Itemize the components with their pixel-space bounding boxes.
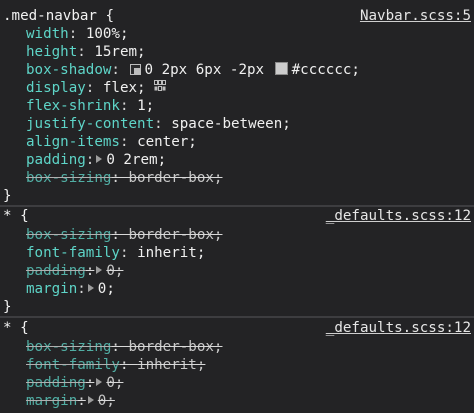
property-value[interactable]: 0 2rem;: [106, 152, 166, 168]
property-value[interactable]: 15rem;: [94, 44, 145, 60]
declaration-justify-content[interactable]: justify-content: space-between;: [26, 116, 291, 133]
colon: :: [111, 227, 129, 243]
flexbox-editor-icon[interactable]: [153, 80, 166, 91]
source-link[interactable]: _defaults.scss:12: [326, 208, 471, 225]
declaration-height[interactable]: height: 15rem;: [26, 44, 146, 61]
property-value[interactable]: 0;: [98, 281, 115, 297]
rule-selector[interactable]: .med-navbar {: [3, 8, 114, 25]
expand-triangle-icon[interactable]: [87, 284, 94, 292]
declaration-margin-overridden[interactable]: margin: 0;: [26, 393, 115, 410]
colon: :: [85, 152, 95, 168]
expand-triangle-icon[interactable]: [96, 266, 103, 274]
colon: :: [68, 26, 86, 42]
shadow-editor-icon[interactable]: [129, 64, 141, 75]
declaration-font-family-overridden[interactable]: font-family: inherit;: [26, 357, 205, 374]
property-name[interactable]: width: [26, 26, 69, 42]
colon: :: [119, 245, 138, 261]
property-value[interactable]: border-box;: [129, 339, 223, 355]
property-name[interactable]: box-sizing: [26, 170, 111, 186]
declaration-box-sizing-overridden[interactable]: box-sizing: border-box;: [26, 339, 222, 356]
property-name[interactable]: padding: [26, 375, 86, 391]
colon: :: [111, 170, 129, 186]
source-link[interactable]: Navbar.scss:5: [360, 8, 471, 25]
property-value[interactable]: 0 2px 6px -2px #cccccc;: [145, 62, 360, 78]
property-name[interactable]: font-family: [26, 245, 120, 261]
property-value[interactable]: border-box;: [129, 170, 223, 186]
property-name[interactable]: padding: [26, 152, 86, 168]
declaration-padding-overridden[interactable]: padding: 0;: [26, 375, 123, 392]
property-name[interactable]: height: [26, 44, 77, 60]
declaration-padding-overridden[interactable]: padding: 0;: [26, 263, 123, 280]
property-name[interactable]: align-items: [26, 134, 120, 150]
closing-brace: }: [3, 188, 12, 204]
declaration-display[interactable]: display: flex;: [26, 80, 166, 97]
property-name[interactable]: justify-content: [26, 116, 154, 132]
colon: :: [77, 281, 86, 297]
property-value[interactable]: border-box;: [129, 227, 223, 243]
property-value[interactable]: 0;: [106, 375, 123, 391]
declaration-box-sizing-overridden[interactable]: box-sizing: border-box;: [26, 170, 222, 187]
rule-selector[interactable]: * {: [3, 208, 29, 225]
declaration-margin[interactable]: margin: 0;: [26, 281, 115, 298]
rule-selector[interactable]: * {: [3, 320, 29, 337]
property-value[interactable]: 100%;: [86, 26, 129, 42]
colon: :: [85, 375, 95, 391]
declaration-font-family[interactable]: font-family: inherit;: [26, 245, 205, 262]
declaration-width[interactable]: width: 100%;: [26, 26, 129, 43]
rule-divider: [0, 316, 474, 318]
property-value[interactable]: inherit;: [137, 245, 205, 261]
property-value[interactable]: 0;: [106, 263, 123, 279]
colon: :: [77, 44, 95, 60]
declaration-flex-shrink[interactable]: flex-shrink: 1;: [26, 98, 154, 115]
colon: :: [111, 339, 129, 355]
property-name[interactable]: box-shadow: [26, 62, 111, 78]
property-name[interactable]: margin: [26, 393, 77, 409]
declaration-box-shadow[interactable]: box-shadow: 0 2px 6px -2px #cccccc;: [26, 62, 360, 79]
colon: :: [77, 393, 86, 409]
colon: :: [119, 134, 138, 150]
property-value[interactable]: 1;: [137, 98, 154, 114]
property-name[interactable]: box-sizing: [26, 339, 111, 355]
closing-brace: }: [3, 299, 12, 315]
property-value[interactable]: flex;: [103, 80, 146, 96]
colon: :: [85, 263, 95, 279]
colon: :: [154, 116, 172, 132]
colon: :: [111, 62, 129, 78]
colon: :: [85, 80, 103, 96]
property-value[interactable]: center;: [137, 134, 197, 150]
declaration-box-sizing-overridden[interactable]: box-sizing: border-box;: [26, 227, 222, 244]
property-value[interactable]: space-between;: [171, 116, 291, 132]
property-name[interactable]: display: [26, 80, 86, 96]
property-name[interactable]: margin: [26, 281, 77, 297]
property-name[interactable]: flex-shrink: [26, 98, 120, 114]
colon: :: [119, 98, 138, 114]
declaration-align-items[interactable]: align-items: center;: [26, 134, 197, 151]
property-value[interactable]: 0;: [98, 393, 115, 409]
source-link[interactable]: _defaults.scss:12: [326, 320, 471, 337]
expand-triangle-icon[interactable]: [96, 378, 103, 386]
property-name[interactable]: padding: [26, 263, 86, 279]
colon: :: [119, 357, 138, 373]
property-name[interactable]: box-sizing: [26, 227, 111, 243]
property-value[interactable]: inherit;: [137, 357, 205, 373]
expand-triangle-icon[interactable]: [87, 396, 94, 404]
rule-divider: [0, 205, 474, 207]
expand-triangle-icon[interactable]: [96, 155, 103, 163]
color-swatch-icon[interactable]: [274, 62, 288, 75]
property-name[interactable]: font-family: [26, 357, 120, 373]
declaration-padding[interactable]: padding: 0 2rem;: [26, 152, 166, 169]
